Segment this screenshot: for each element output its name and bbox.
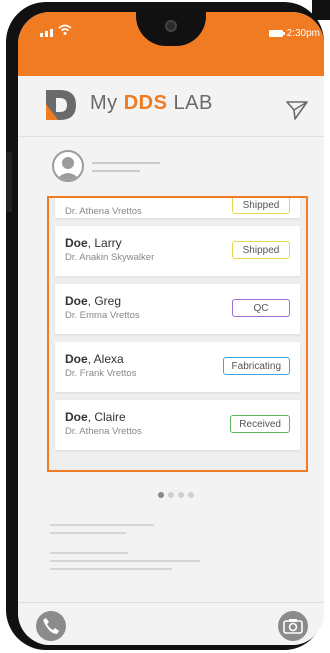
patient-first-name: , Alexa xyxy=(87,352,124,366)
order-status-badge: Shipped xyxy=(232,241,290,259)
user-avatar-icon[interactable] xyxy=(52,150,84,182)
profile-row[interactable] xyxy=(52,150,292,190)
order-doctor: Dr. Athena Vrettos xyxy=(65,426,142,437)
page-dot-active[interactable] xyxy=(158,492,164,498)
page-dot[interactable] xyxy=(178,492,184,498)
text-placeholder-line xyxy=(50,532,126,534)
order-card[interactable]: Dr. Athena Vrettos Shipped xyxy=(55,198,300,218)
wifi-icon xyxy=(58,24,72,35)
order-card[interactable]: Doe, Greg Dr. Emma Vrettos QC xyxy=(55,284,300,334)
text-placeholder-line xyxy=(50,560,200,562)
phone-side-button xyxy=(6,152,12,212)
camera-icon[interactable] xyxy=(278,611,308,641)
front-camera-icon xyxy=(165,20,177,32)
profile-name-placeholder xyxy=(92,162,160,164)
send-icon[interactable] xyxy=(286,100,308,120)
order-status-badge: Fabricating xyxy=(222,357,290,375)
order-doctor: Dr. Emma Vrettos xyxy=(65,310,140,321)
order-card[interactable]: Doe, Alexa Dr. Frank Vrettos Fabricating xyxy=(55,342,300,392)
order-card[interactable]: Doe, Claire Dr. Athena Vrettos Received xyxy=(55,400,300,450)
app-header: My DDS LAB xyxy=(18,76,324,137)
battery-status: 2:30pm xyxy=(268,28,320,39)
patient-last-name: Doe xyxy=(65,352,88,366)
app-title-brand: DDS xyxy=(123,92,168,114)
order-status-badge: QC xyxy=(232,299,290,317)
order-doctor: Dr. Anakin Skywalker xyxy=(65,252,155,263)
battery-icon xyxy=(268,30,285,37)
order-card[interactable]: Doe, Larry Dr. Anakin Skywalker Shipped xyxy=(55,226,300,276)
profile-subtitle-placeholder xyxy=(92,170,140,172)
status-bar: 2:30pm xyxy=(18,12,324,76)
screen-stage: 2:30pm My DDS LAB Dr. Athena Vrettos Shi… xyxy=(0,0,330,653)
page-indicator[interactable] xyxy=(158,492,194,498)
patient-last-name: Doe xyxy=(65,294,88,308)
page-dot[interactable] xyxy=(188,492,194,498)
text-placeholder-line xyxy=(50,568,172,570)
patient-last-name: Doe xyxy=(65,236,88,250)
page-dot[interactable] xyxy=(168,492,174,498)
order-patient: Doe, Greg xyxy=(65,294,121,308)
phone-frame: 2:30pm My DDS LAB Dr. Athena Vrettos Shi… xyxy=(6,2,324,650)
order-status-badge: Shipped xyxy=(232,198,290,214)
patient-first-name: , Greg xyxy=(87,294,122,308)
order-doctor: Dr. Frank Vrettos xyxy=(65,368,137,379)
order-patient: Doe, Larry xyxy=(65,236,122,250)
signal-icon xyxy=(40,29,53,37)
order-doctor: Dr. Athena Vrettos xyxy=(65,206,142,217)
order-status-badge: Received xyxy=(230,415,290,433)
status-time: 2:30pm xyxy=(286,28,320,39)
text-placeholder-line xyxy=(50,552,128,554)
phone-screen: 2:30pm My DDS LAB Dr. Athena Vrettos Shi… xyxy=(18,12,324,645)
order-patient: Doe, Claire xyxy=(65,410,126,424)
app-title-prefix: My xyxy=(90,92,118,114)
orders-list: Dr. Athena Vrettos Shipped Doe, Larry Dr… xyxy=(47,196,308,472)
app-title-suffix: LAB xyxy=(173,92,213,114)
camera-notch xyxy=(136,12,206,46)
bottom-action-bar xyxy=(18,602,324,645)
text-placeholder-line xyxy=(50,524,154,526)
patient-first-name: , Larry xyxy=(87,236,122,250)
patient-first-name: , Claire xyxy=(87,410,126,424)
patient-last-name: Doe xyxy=(65,410,88,424)
app-title: My DDS LAB xyxy=(90,92,213,115)
phone-icon[interactable] xyxy=(36,611,66,641)
dds-logo-icon xyxy=(46,90,76,120)
order-patient: Doe, Alexa xyxy=(65,352,124,366)
